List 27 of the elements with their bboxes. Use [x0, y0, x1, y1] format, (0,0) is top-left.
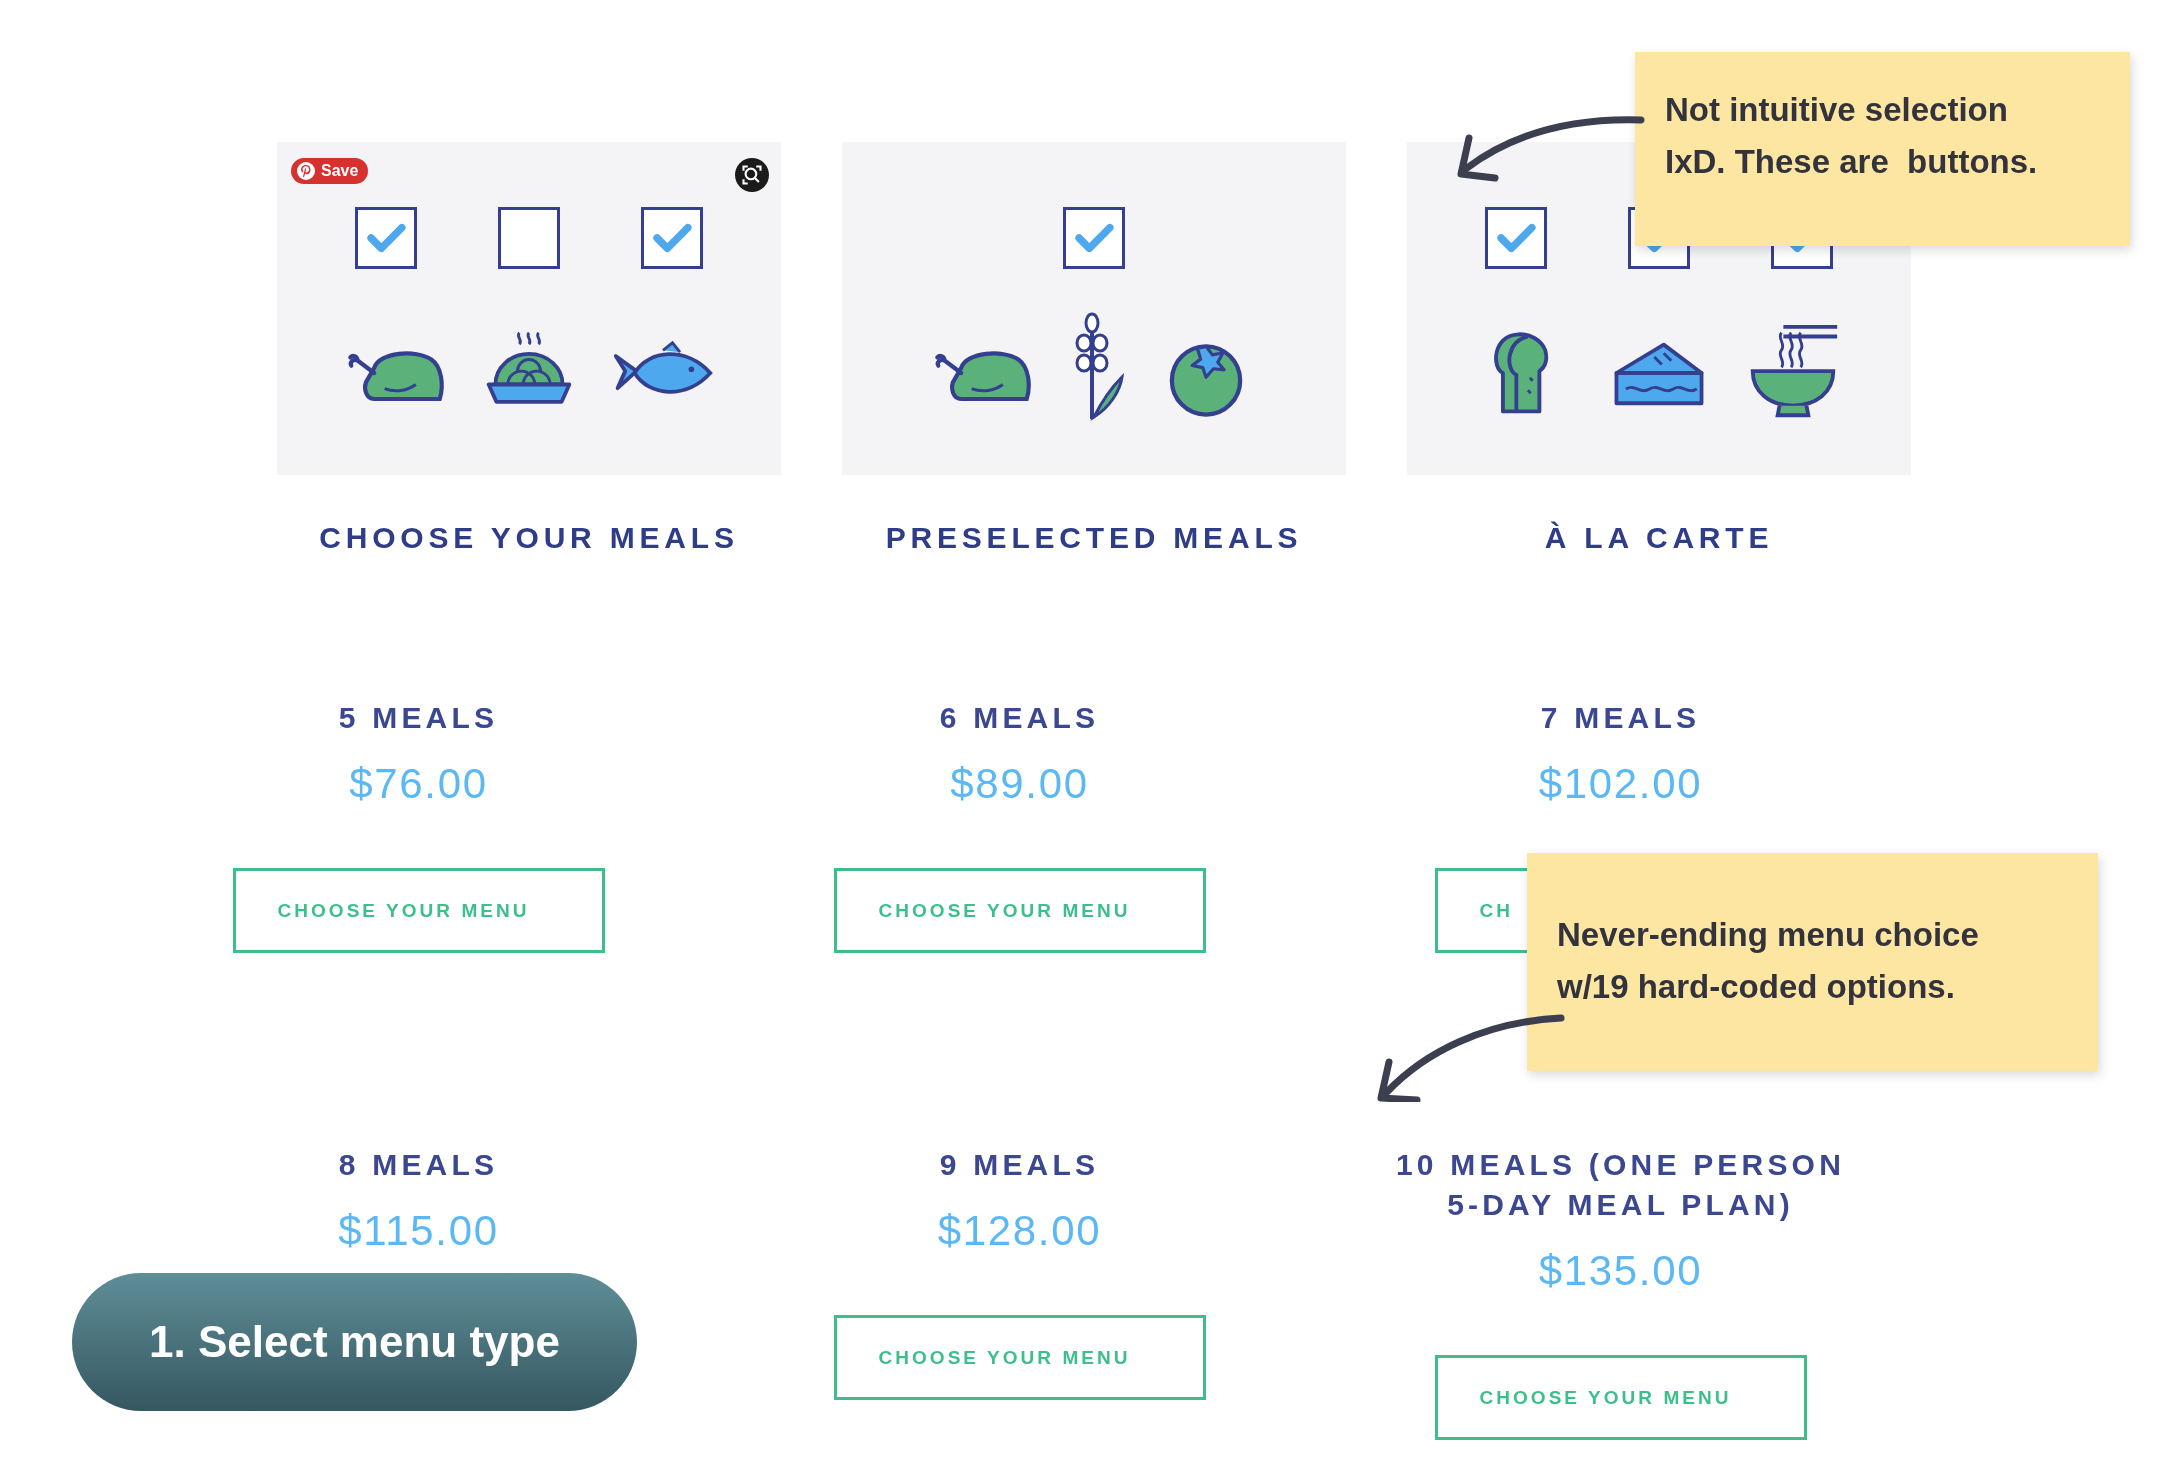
- meal-count-label: 7 MEALS: [1540, 700, 1701, 736]
- menu-type-title: PRESELECTED MEALS: [885, 520, 1303, 556]
- visual-search-icon[interactable]: [735, 158, 769, 192]
- meal-type-card[interactable]: Save: [277, 142, 781, 475]
- choose-menu-button[interactable]: CHOOSE YOUR MENU: [1434, 1355, 1807, 1440]
- save-button[interactable]: Save: [291, 158, 369, 184]
- price: $128.00: [937, 1206, 1102, 1256]
- meal-count-label: 10 MEALS (ONE PERSON 5-DAY MEAL PLAN): [1395, 1147, 1846, 1223]
- price: $115.00: [338, 1206, 499, 1256]
- price: $89.00: [950, 759, 1089, 809]
- meal-type-card[interactable]: [842, 142, 1346, 475]
- price: $76.00: [349, 759, 488, 809]
- choose-menu-button[interactable]: CHOOSE YOUR MENU: [232, 868, 605, 953]
- annotation-tooltip: Never-ending menu choice w/19 hard-coded options.: [1527, 853, 2098, 1071]
- menu-type-title: CHOOSE YOUR MEALS: [319, 520, 739, 556]
- pin-icon: [296, 161, 316, 181]
- choose-menu-button[interactable]: CHOOSE YOUR MENU: [833, 1315, 1206, 1400]
- annotation-tooltip: Not intuitive selection IxD. These are buttons.: [1635, 52, 2130, 246]
- meal-count-label: 5 MEALS: [338, 700, 499, 736]
- price: $102.00: [1538, 759, 1703, 809]
- price: $135.00: [1538, 1246, 1703, 1296]
- choose-menu-button[interactable]: CHOOSE YOUR MENU: [833, 868, 1206, 953]
- step-label: 1. Select menu type: [72, 1273, 637, 1411]
- meal-count-label: 8 MEALS: [338, 1147, 499, 1183]
- meal-count-label: 9 MEALS: [939, 1147, 1100, 1183]
- menu-type-title: À LA CARTE: [1544, 520, 1774, 556]
- meal-count-label: 6 MEALS: [939, 700, 1100, 736]
